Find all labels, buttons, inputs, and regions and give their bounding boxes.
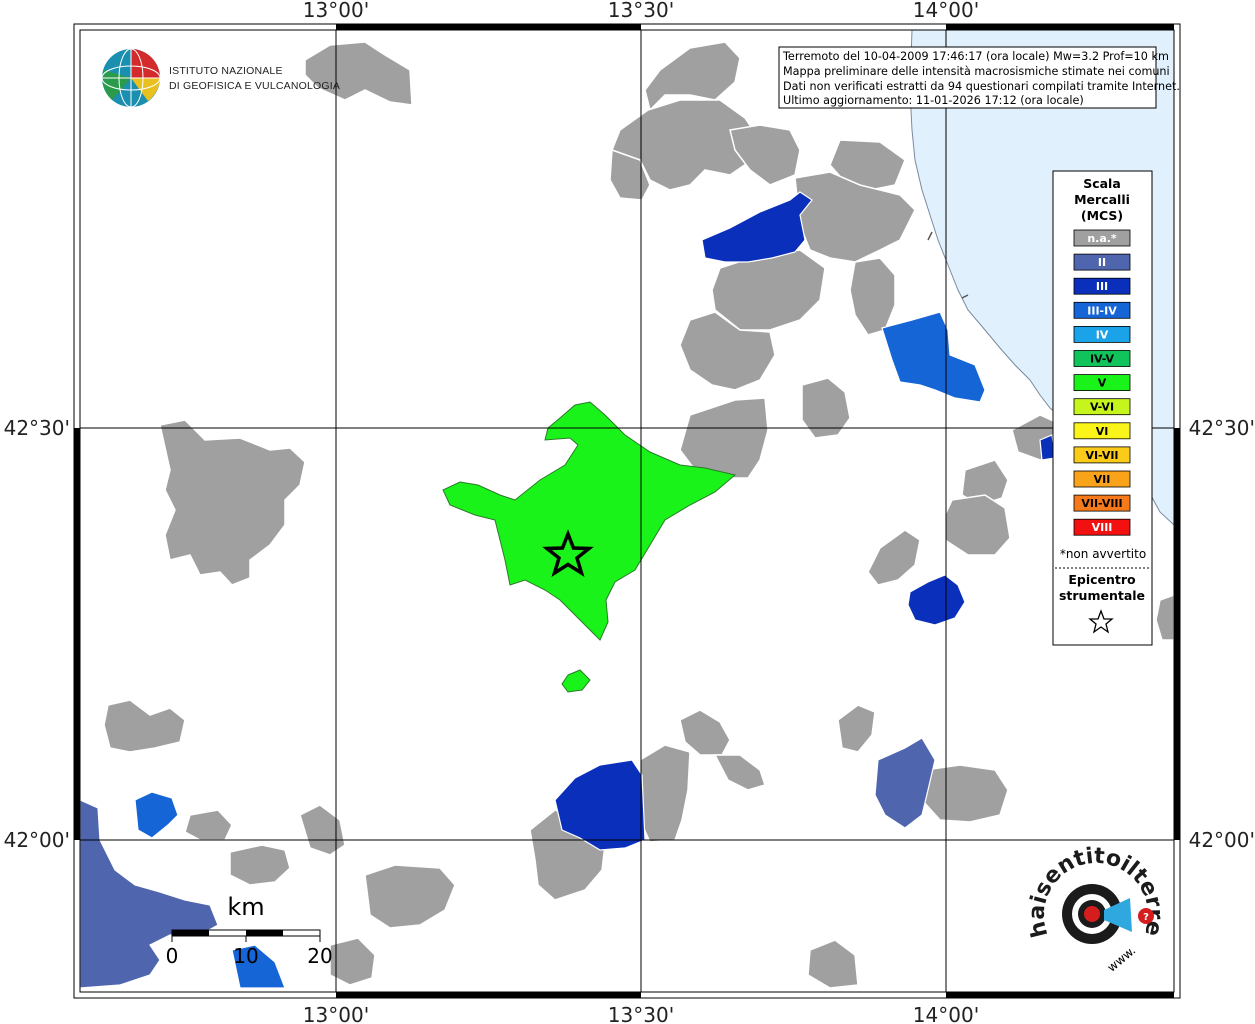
info-box: Terremoto del 10-04-2009 17:46:17 (ora l… [778, 46, 1180, 109]
org-name-line2: DI GEOFISICA E VULCANOLOGIA [169, 80, 340, 92]
legend-label: VII [1094, 473, 1111, 486]
legend-label: IV [1096, 328, 1109, 341]
x-tick-label-bottom: 13°30' [608, 1003, 674, 1024]
info-line: Ultimo aggiornamento: 11-01-2026 17:12 (… [783, 94, 1084, 107]
scale-bar-label: 20 [307, 944, 332, 968]
legend-label: VIII [1092, 521, 1113, 534]
x-tick-label-bottom: 13°00' [303, 1003, 369, 1024]
legend-label: n.a.* [1087, 232, 1117, 245]
legend: Scala Mercalli (MCS) n.a.*IIIIIIII-IVIVI… [1052, 170, 1153, 646]
x-tick-label-bottom: 14°00' [913, 1003, 979, 1024]
intensity-map: 13°00' 13°30' 14°00' 13°00' 13°30' 14°00… [0, 0, 1255, 1024]
legend-label: VII-VIII [1081, 497, 1122, 510]
y-tick-label-right: 42°00' [1189, 828, 1255, 852]
legend-title: Scala [1083, 176, 1121, 191]
x-tick-label-top: 13°30' [608, 0, 674, 22]
x-tick-label-top: 13°00' [303, 0, 369, 22]
scale-bar-label: 0 [166, 944, 179, 968]
y-tick-label-right: 42°30' [1189, 416, 1255, 440]
svg-text:?: ? [1143, 912, 1149, 923]
legend-label: IV-V [1090, 353, 1115, 366]
x-tick-label-top: 14°00' [913, 0, 979, 22]
scale-bar-unit: km [227, 893, 264, 921]
legend-label: III [1096, 280, 1108, 293]
y-tick-label-left: 42°30' [4, 416, 70, 440]
scale-bar-label: 10 [233, 944, 258, 968]
legend-label: III-IV [1087, 304, 1117, 317]
org-name-line1: ISTITUTO NAZIONALE [169, 65, 283, 77]
legend-title: Mercalli [1074, 192, 1130, 207]
info-line: Dati non verificati estratti da 94 quest… [783, 80, 1180, 93]
legend-title: (MCS) [1081, 208, 1123, 223]
legend-label: VI [1096, 425, 1109, 438]
info-line: Terremoto del 10-04-2009 17:46:17 (ora l… [782, 50, 1169, 63]
info-line: Mappa preliminare delle intensità macros… [783, 65, 1170, 78]
y-tick-label-left: 42°00' [4, 828, 70, 852]
legend-label: VI-VII [1085, 449, 1118, 462]
legend-label: V [1098, 377, 1107, 390]
municipality [921, 764, 1009, 823]
globe-icon [101, 48, 161, 108]
legend-label: V-VI [1090, 401, 1114, 414]
legend-label: II [1098, 256, 1106, 269]
legend-epicenter-label: strumentale [1059, 588, 1145, 603]
legend-epicenter-label: Epicentro [1068, 572, 1136, 587]
legend-note: *non avvertito [1060, 547, 1146, 561]
